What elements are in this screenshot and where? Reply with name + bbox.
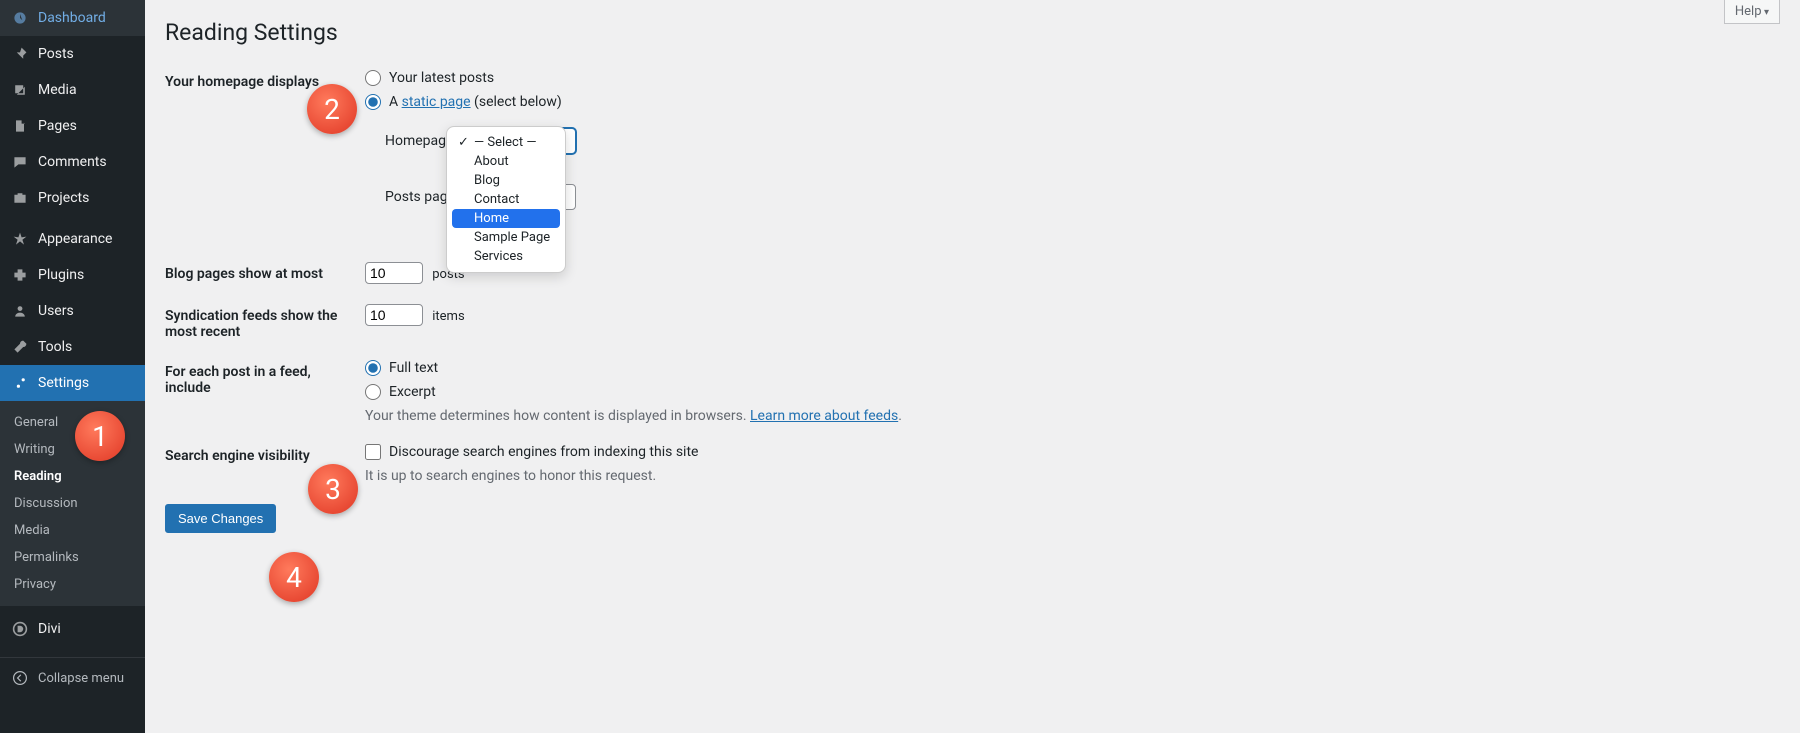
sidebar-label: Pages [38, 118, 77, 134]
sidebar-label: Users [38, 303, 74, 319]
sidebar-label: Comments [38, 154, 107, 170]
radio-static-page-line: A static page (select below) [365, 94, 1780, 110]
radio-excerpt[interactable] [365, 384, 381, 400]
syndication-input[interactable] [365, 304, 423, 326]
sidebar-label: Tools [38, 339, 72, 355]
label-feed-content: For each post in a feed, include [165, 360, 365, 396]
sidebar-sub-discussion[interactable]: Discussion [0, 490, 145, 517]
collapse-icon [10, 668, 30, 688]
sidebar-item-dashboard[interactable]: Dashboard [0, 0, 145, 36]
annotation-4: 4 [269, 552, 319, 602]
sidebar-item-appearance[interactable]: Appearance [0, 221, 145, 257]
radio-latest-posts[interactable] [365, 70, 381, 86]
sidebar-item-media[interactable]: Media [0, 72, 145, 108]
sidebar-item-divi[interactable]: Divi [0, 611, 145, 647]
sidebar-item-pages[interactable]: Pages [0, 108, 145, 144]
sidebar-sub-reading[interactable]: Reading [0, 463, 145, 490]
save-changes-button[interactable]: Save Changes [165, 504, 276, 533]
sidebar-label: Projects [38, 190, 89, 206]
sidebar-label: Media [38, 82, 77, 98]
dd-item-contact[interactable]: Contact [452, 190, 560, 209]
static-page-options: Homepage: — Select — Posts page: — Selec… [385, 128, 1780, 210]
sidebar-label: Posts [38, 46, 74, 62]
help-tab[interactable]: Help [1724, 0, 1780, 24]
user-icon [10, 301, 30, 321]
radio-static-page[interactable] [365, 94, 381, 110]
tools-icon [10, 337, 30, 357]
page-title: Reading Settings [165, 10, 1780, 50]
sidebar-sub-media[interactable]: Media [0, 517, 145, 544]
annotation-2: 2 [307, 84, 357, 134]
portfolio-icon [10, 188, 30, 208]
radio-excerpt-label: Excerpt [389, 384, 436, 400]
label-syndication: Syndication feeds show the most recent [165, 304, 365, 340]
pages-icon [10, 116, 30, 136]
comment-icon [10, 152, 30, 172]
dd-item-blog[interactable]: Blog [452, 171, 560, 190]
check-discourage-line: Discourage search engines from indexing … [365, 444, 1780, 460]
row-homepage-displays: Your homepage displays Your latest posts… [165, 70, 1780, 222]
homepage-select-row: Homepage: — Select — [385, 128, 1780, 154]
label-blog-pages: Blog pages show at most [165, 262, 365, 282]
syndication-suffix: items [432, 309, 464, 324]
dashboard-icon [10, 8, 30, 28]
sidebar-sub-privacy[interactable]: Privacy [0, 571, 145, 598]
settings-icon [10, 373, 30, 393]
dd-item-services[interactable]: Services [452, 247, 560, 266]
sidebar-label: Appearance [38, 231, 112, 247]
feed-description: Your theme determines how content is dis… [365, 408, 1780, 424]
annotation-1: 1 [75, 411, 125, 461]
row-feed-content: For each post in a feed, include Full te… [165, 360, 1780, 424]
sidebar-main-group: Dashboard Posts Media Pages Comments Pro… [0, 0, 145, 216]
row-search-visibility: Search engine visibility Discourage sear… [165, 444, 1780, 484]
collapse-label: Collapse menu [38, 671, 124, 686]
sidebar-item-projects[interactable]: Projects [0, 180, 145, 216]
collapse-menu-button[interactable]: Collapse menu [0, 657, 145, 698]
divi-icon [10, 619, 30, 639]
annotation-3: 3 [308, 464, 358, 514]
sidebar-label: Settings [38, 375, 89, 391]
sidebar-item-plugins[interactable]: Plugins [0, 257, 145, 293]
blog-pages-input[interactable] [365, 262, 423, 284]
sidebar-item-tools[interactable]: Tools [0, 329, 145, 365]
sidebar-item-posts[interactable]: Posts [0, 36, 145, 72]
media-icon [10, 80, 30, 100]
row-blog-pages: Blog pages show at most posts [165, 262, 1780, 284]
sidebar-label: Divi [38, 621, 61, 637]
sidebar-item-users[interactable]: Users [0, 293, 145, 329]
radio-latest-posts-line: Your latest posts [365, 70, 1780, 86]
sidebar-item-comments[interactable]: Comments [0, 144, 145, 180]
search-description: It is up to search engines to honor this… [365, 468, 1780, 484]
sidebar-admin-group: Appearance Plugins Users Tools Settings [0, 221, 145, 401]
radio-fulltext[interactable] [365, 360, 381, 376]
appearance-icon [10, 229, 30, 249]
content-area: Help Reading Settings Your homepage disp… [145, 0, 1800, 543]
admin-sidebar: Dashboard Posts Media Pages Comments Pro… [0, 0, 145, 733]
dd-item-sample-page[interactable]: Sample Page [452, 228, 560, 247]
check-discourage-label: Discourage search engines from indexing … [389, 444, 698, 460]
radio-fulltext-line: Full text [365, 360, 1780, 376]
learn-feeds-link[interactable]: Learn more about feeds [750, 408, 898, 424]
sidebar-item-settings[interactable]: Settings [0, 365, 145, 401]
postspage-select-row: Posts page: — Select — [385, 184, 1780, 210]
dd-item-about[interactable]: About [452, 152, 560, 171]
check-discourage-search[interactable] [365, 444, 381, 460]
row-syndication: Syndication feeds show the most recent i… [165, 304, 1780, 340]
pin-icon [10, 44, 30, 64]
radio-latest-posts-label: Your latest posts [389, 70, 494, 86]
dd-item-home[interactable]: Home [452, 209, 560, 228]
label-search-visibility: Search engine visibility [165, 444, 365, 464]
homepage-dropdown-list: — Select — About Blog Contact Home Sampl… [446, 126, 566, 273]
sidebar-label: Plugins [38, 267, 84, 283]
static-page-link[interactable]: static page [402, 94, 471, 110]
radio-fulltext-label: Full text [389, 360, 438, 376]
plugin-icon [10, 265, 30, 285]
sidebar-sub-permalinks[interactable]: Permalinks [0, 544, 145, 571]
radio-excerpt-line: Excerpt [365, 384, 1780, 400]
dd-item-select[interactable]: — Select — [452, 133, 560, 152]
sidebar-label: Dashboard [38, 10, 106, 26]
